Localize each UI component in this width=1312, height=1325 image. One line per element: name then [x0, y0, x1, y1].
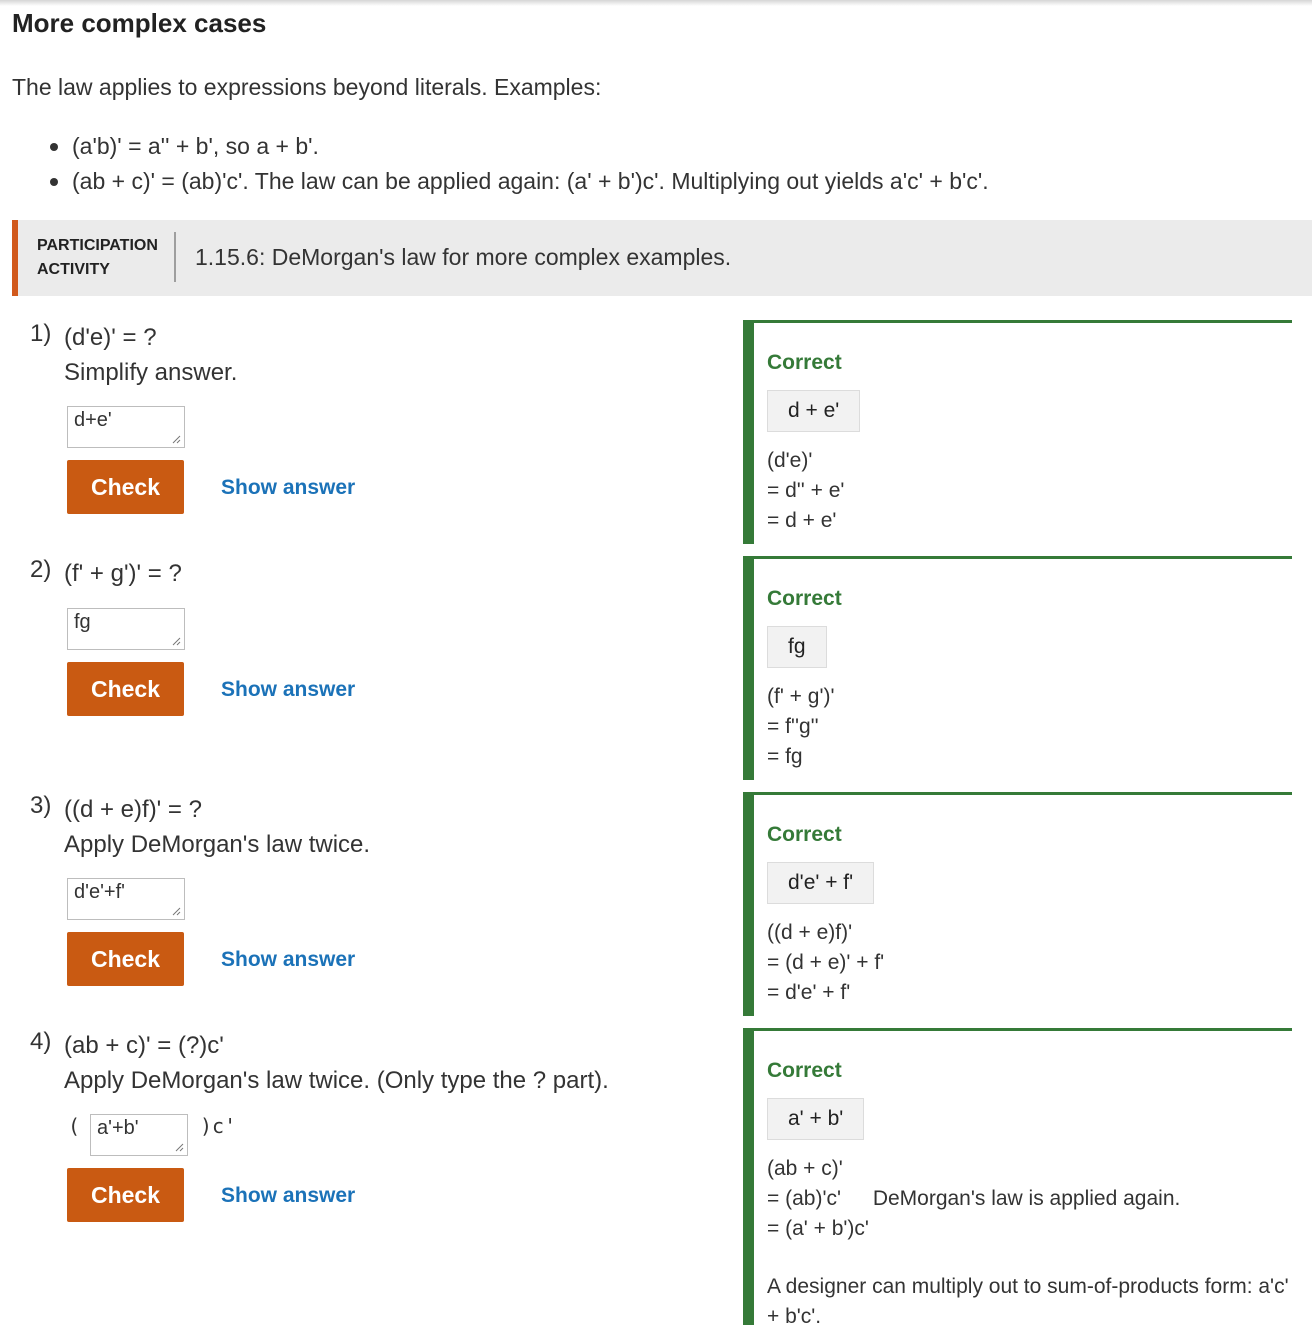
question-prompt: (d'e)' = ?: [64, 324, 157, 351]
feedback-panel-1: Correct d + e' (d'e)' = d'' + e' = d + e…: [743, 320, 1292, 544]
activity-title: 1.15.6: DeMorgan's law for more complex …: [195, 244, 732, 270]
derivation-line: = d'e' + f': [767, 981, 851, 1004]
section-intro: The law applies to expressions beyond li…: [12, 74, 602, 100]
show-answer-button[interactable]: Show answer: [221, 1184, 355, 1208]
answer-input[interactable]: d+e': [67, 406, 185, 448]
answer-input-value: a'+b': [97, 1117, 139, 1139]
derivation-line: (f' + g')': [767, 685, 835, 708]
feedback-derivation: (ab + c)' = (ab)'c' DeMorgan's law is ap…: [767, 1154, 1180, 1244]
list-item: (ab + c)' = (ab)'c'. The law can be appl…: [40, 165, 989, 200]
resize-handle-icon[interactable]: [171, 434, 181, 444]
feedback-panel-3: Correct d'e' + f' ((d + e)f)' = (d + e)'…: [743, 792, 1292, 1016]
question-number: 4): [30, 1028, 52, 1055]
activity-tag-line1: PARTICIPATION: [37, 237, 158, 254]
answer-input-value: d+e': [74, 409, 112, 431]
feedback-derivation: (f' + g')' = f''g'' = fg: [767, 682, 834, 772]
question-subprompt: Apply DeMorgan's law twice.: [64, 831, 371, 858]
check-button[interactable]: Check: [67, 662, 184, 716]
feedback-answer: a' + b': [767, 1098, 865, 1140]
feedback-answer: d + e': [767, 390, 861, 432]
derivation-line: = (a' + b')c': [767, 1217, 869, 1240]
question-number: 3): [30, 792, 52, 819]
question-subprompt: Simplify answer.: [64, 359, 238, 386]
expression-suffix: )c': [200, 1114, 237, 1138]
show-answer-button[interactable]: Show answer: [221, 476, 355, 500]
derivation-line: = d + e': [767, 509, 837, 532]
feedback-panel-2: Correct fg (f' + g')' = f''g'' = fg: [743, 556, 1292, 780]
check-button[interactable]: Check: [67, 932, 184, 986]
question-text: (ab + c)' = (?)c' Apply DeMorgan's law t…: [64, 1028, 609, 1098]
question-subprompt: Apply DeMorgan's law twice. (Only type t…: [64, 1067, 609, 1094]
check-button[interactable]: Check: [67, 1168, 184, 1222]
answer-input[interactable]: a'+b': [90, 1114, 188, 1156]
check-button[interactable]: Check: [67, 460, 184, 514]
top-shadow: [0, 0, 1312, 6]
show-answer-button[interactable]: Show answer: [221, 948, 355, 972]
question-2: 2) (f' + g')' = ? fg Check Show answer: [30, 556, 710, 756]
bullet-dot-icon: [50, 178, 58, 186]
feedback-answer: d'e' + f': [767, 862, 875, 904]
bullet-text: (a'b)' = a'' + b', so a + b'.: [72, 133, 319, 159]
question-prompt: (f' + g')' = ?: [64, 560, 182, 587]
feedback-derivation: (d'e)' = d'' + e' = d + e': [767, 446, 844, 536]
resize-handle-icon[interactable]: [171, 636, 181, 646]
activity-tag-line2: ACTIVITY: [37, 261, 110, 278]
derivation-line: = f''g'': [767, 715, 819, 738]
answer-input[interactable]: fg: [67, 608, 185, 650]
feedback-answer: fg: [767, 626, 827, 668]
activity-tag: PARTICIPATION ACTIVITY: [37, 234, 167, 282]
question-1: 1) (d'e)' = ? Simplify answer. d+e' Chec…: [30, 320, 710, 540]
derivation-line: = (ab)'c' DeMorgan's law is applied agai…: [767, 1184, 1180, 1214]
feedback-status: Correct: [767, 587, 842, 610]
examples-list: (a'b)' = a'' + b', so a + b'. (ab + c)' …: [40, 130, 989, 200]
resize-handle-icon[interactable]: [171, 906, 181, 916]
feedback-note: A designer can multiply out to sum-of-pr…: [767, 1275, 1289, 1325]
question-prompt: ((d + e)f)' = ?: [64, 796, 202, 823]
answer-input[interactable]: d'e'+f': [67, 878, 185, 920]
derivation-line: (ab + c)': [767, 1157, 843, 1180]
question-number: 1): [30, 320, 52, 347]
question-3: 3) ((d + e)f)' = ? Apply DeMorgan's law …: [30, 792, 710, 992]
derivation-note: DeMorgan's law is applied again.: [872, 1187, 1181, 1210]
derivation-line: ((d + e)f)': [767, 921, 853, 944]
participation-activity-header: PARTICIPATION ACTIVITY 1.15.6: DeMorgan'…: [12, 220, 1312, 296]
question-text: ((d + e)f)' = ? Apply DeMorgan's law twi…: [64, 792, 370, 862]
question-text: (d'e)' = ? Simplify answer.: [64, 320, 237, 390]
section-heading: More complex cases: [12, 8, 267, 38]
feedback-status: Correct: [767, 1059, 842, 1082]
feedback-panel-4: Correct a' + b' (ab + c)' = (ab)'c' DeMo…: [743, 1028, 1292, 1325]
derivation-line: = fg: [767, 745, 803, 768]
bullet-dot-icon: [50, 143, 58, 151]
derivation-line: (d'e)': [767, 449, 813, 472]
list-item: (a'b)' = a'' + b', so a + b'.: [40, 130, 989, 165]
divider: [174, 232, 176, 282]
question-number: 2): [30, 556, 52, 583]
answer-input-value: d'e'+f': [74, 881, 125, 903]
answer-input-value: fg: [74, 611, 91, 633]
expression-prefix: (: [68, 1114, 81, 1138]
feedback-status: Correct: [767, 823, 842, 846]
bullet-text: (ab + c)' = (ab)'c'. The law can be appl…: [72, 168, 989, 194]
feedback-derivation: ((d + e)f)' = (d + e)' + f' = d'e' + f': [767, 918, 884, 1008]
derivation-line: = d'' + e': [767, 479, 845, 502]
show-answer-button[interactable]: Show answer: [221, 678, 355, 702]
question-text: (f' + g')' = ?: [64, 556, 182, 591]
question-prompt: (ab + c)' = (?)c': [64, 1032, 224, 1059]
derivation-line: = (d + e)' + f': [767, 951, 885, 974]
feedback-status: Correct: [767, 351, 842, 374]
question-4: 4) (ab + c)' = (?)c' Apply DeMorgan's la…: [30, 1028, 710, 1228]
resize-handle-icon[interactable]: [174, 1142, 184, 1152]
derivation-step: = (ab)'c': [767, 1187, 841, 1210]
